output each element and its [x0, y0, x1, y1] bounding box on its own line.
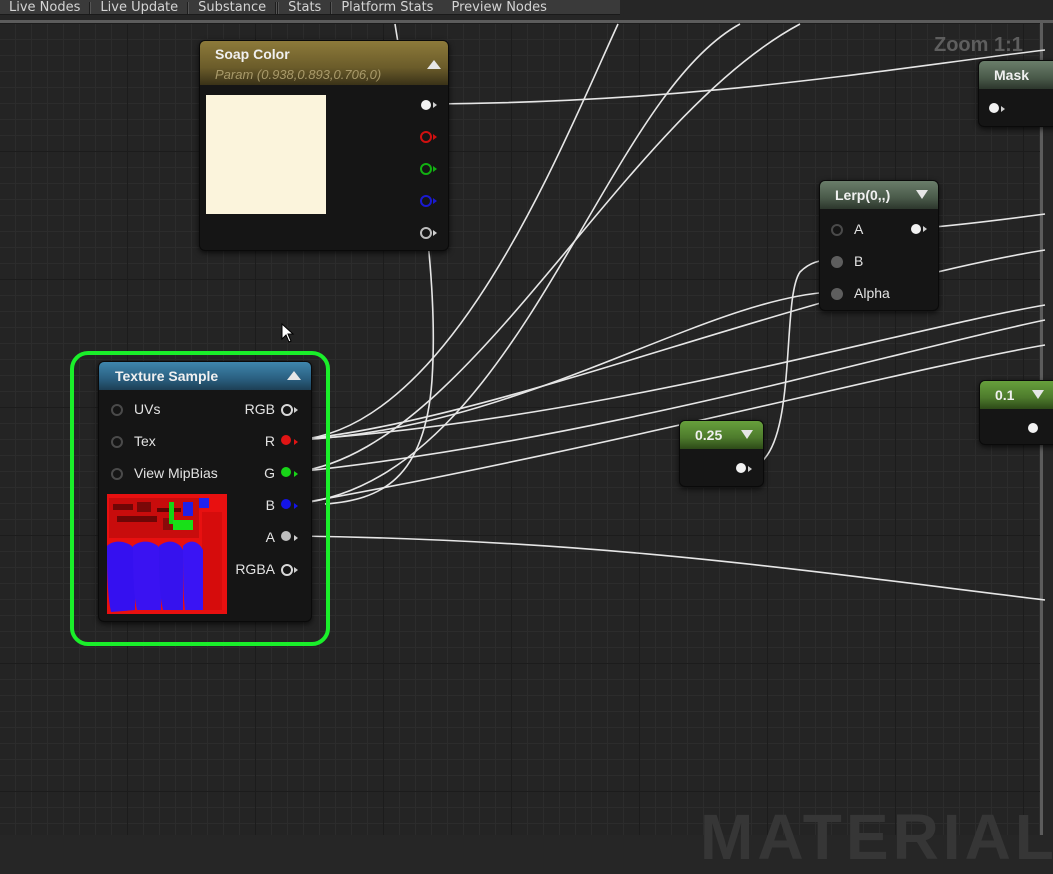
stats-button[interactable]: Stats — [279, 1, 330, 14]
output-pin-a[interactable] — [281, 531, 291, 541]
input-label-alpha: Alpha — [854, 285, 890, 301]
soap-color-header[interactable]: Soap Color Param (0.938,0.893,0.706,0) — [200, 41, 448, 85]
output-pin-a[interactable] — [420, 227, 432, 239]
lerp-header[interactable]: Lerp(0,,) — [820, 181, 938, 209]
output-pin-g[interactable] — [281, 467, 291, 477]
output-label-rgba: RGBA — [235, 561, 275, 577]
pin-arrow-icon — [294, 503, 298, 509]
dropdown-arrow-icon[interactable] — [916, 190, 928, 199]
output-pin-r[interactable] — [420, 131, 432, 143]
soap-color-subtitle: Param (0.938,0.893,0.706,0) — [215, 67, 382, 82]
constant-01-header[interactable]: 0.1 — [980, 381, 1053, 409]
mask-node[interactable]: Mask — [978, 60, 1053, 127]
mask-header[interactable]: Mask — [979, 61, 1053, 89]
output-pin-r[interactable] — [281, 435, 291, 445]
pin-arrow-icon — [433, 102, 437, 108]
pin-arrow-icon — [923, 226, 927, 232]
input-label-b: B — [854, 253, 864, 269]
constant-025-header[interactable]: 0.25 — [680, 421, 763, 449]
constant-025-node[interactable]: 0.25 — [679, 420, 764, 487]
pin-arrow-icon — [294, 567, 298, 573]
soap-color-title: Soap Color — [215, 46, 290, 62]
preview-nodes-button[interactable]: Preview Nodes — [442, 1, 555, 14]
pin-arrow-icon — [433, 198, 437, 204]
pin-arrow-icon — [748, 466, 752, 472]
lerp-title: Lerp(0,,) — [835, 187, 891, 203]
collapse-arrow-icon[interactable] — [287, 371, 301, 380]
input-pin-uvs[interactable] — [111, 404, 123, 416]
collapse-arrow-icon[interactable] — [427, 60, 441, 69]
pin-arrow-icon — [294, 407, 298, 413]
output-label-b: B — [265, 497, 275, 513]
mouse-cursor-icon — [281, 323, 295, 343]
constant-01-title: 0.1 — [995, 387, 1015, 403]
input-label-a: A — [854, 221, 864, 237]
constant-01-node[interactable]: 0.1 — [979, 380, 1053, 445]
output-pin-b[interactable] — [281, 499, 291, 509]
input-pin-a[interactable] — [831, 224, 843, 236]
texture-sample-header[interactable]: Texture Sample — [99, 362, 311, 390]
constant-025-title: 0.25 — [695, 427, 723, 443]
pin-arrow-icon — [433, 134, 437, 140]
output-pin-g[interactable] — [420, 163, 432, 175]
pin-arrow-icon — [294, 535, 298, 541]
zoom-level-label: Zoom 1:1 — [934, 34, 1023, 56]
platform-stats-button[interactable]: Platform Stats — [332, 1, 442, 14]
mask-title: Mask — [994, 67, 1030, 83]
live-nodes-button[interactable]: Live Nodes — [0, 1, 89, 14]
dropdown-arrow-icon[interactable] — [1032, 390, 1044, 399]
graph-toolbar: Live Nodes Live Update Substance Stats P… — [0, 0, 620, 15]
output-label-a: A — [265, 529, 275, 545]
output-pin-rgb[interactable] — [421, 100, 431, 110]
soap-color-node[interactable]: Soap Color Param (0.938,0.893,0.706,0) — [199, 40, 449, 251]
color-preview-swatch — [206, 95, 326, 214]
output-pin[interactable] — [736, 463, 746, 473]
input-pin[interactable] — [989, 103, 999, 113]
texture-sample-node[interactable]: Texture Sample UVs Tex View MipBias RGB … — [98, 361, 312, 622]
pin-arrow-icon — [294, 471, 298, 477]
output-label-rgb: RGB — [244, 401, 275, 417]
lerp-node[interactable]: Lerp(0,,) A B Alpha — [819, 180, 939, 311]
texture-preview-thumbnail — [107, 494, 227, 614]
input-label-uvs: UVs — [134, 401, 161, 417]
input-label-view-mipbias: View MipBias — [134, 465, 218, 481]
input-pin-b[interactable] — [831, 256, 843, 268]
output-pin-b[interactable] — [420, 195, 432, 207]
output-label-r: R — [264, 433, 275, 449]
output-pin-rgba[interactable] — [281, 564, 293, 576]
output-pin-rgb[interactable] — [281, 404, 293, 416]
pin-arrow-icon — [1001, 106, 1005, 112]
graph-watermark: MATERIAL — [700, 801, 1053, 873]
dropdown-arrow-icon[interactable] — [741, 430, 753, 439]
output-label-g: G — [264, 465, 275, 481]
live-update-button[interactable]: Live Update — [91, 1, 187, 14]
output-pin[interactable] — [1028, 423, 1038, 433]
pin-arrow-icon — [294, 439, 298, 445]
pin-arrow-icon — [433, 230, 437, 236]
input-label-tex: Tex — [134, 433, 156, 449]
input-pin-alpha[interactable] — [831, 288, 843, 300]
input-pin-tex[interactable] — [111, 436, 123, 448]
pin-arrow-icon — [433, 166, 437, 172]
substance-button[interactable]: Substance — [189, 1, 275, 14]
input-pin-view-mipbias[interactable] — [111, 468, 123, 480]
output-pin[interactable] — [911, 224, 921, 234]
texture-sample-title: Texture Sample — [115, 368, 219, 384]
